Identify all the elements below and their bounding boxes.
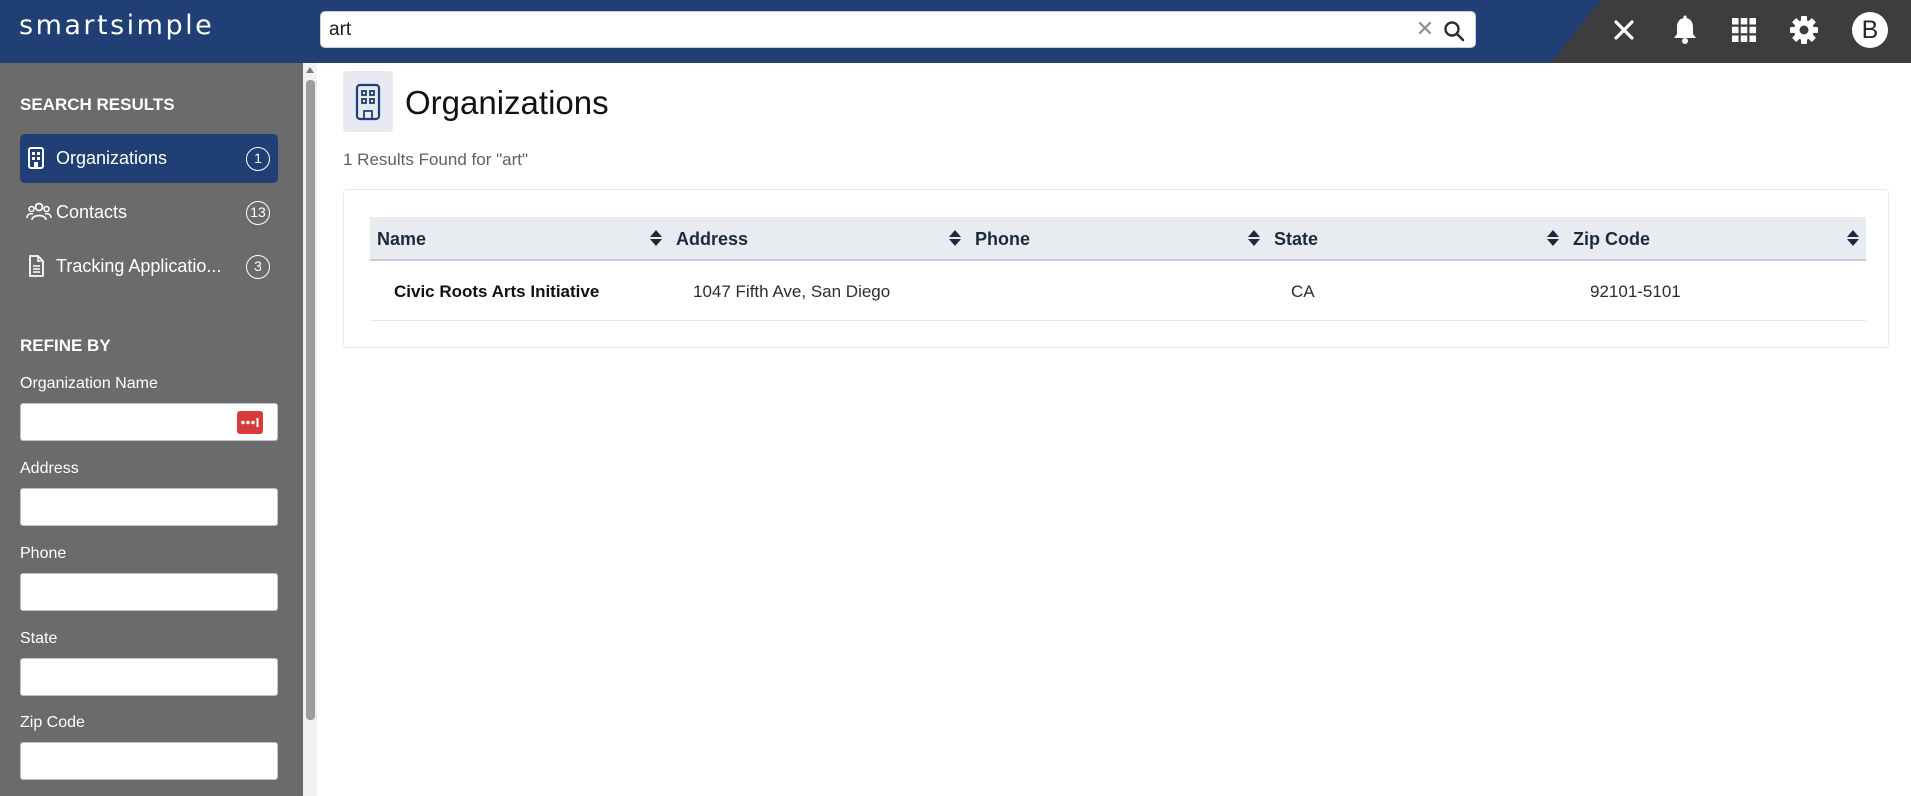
column-header-zip-code[interactable]: Zip Code xyxy=(1566,217,1866,259)
results-table-card: Name Address Phone State Zip Code Civic … xyxy=(343,189,1889,348)
result-count-text: 1 Results Found for "art" xyxy=(343,150,528,169)
cell-zip-code: 92101-5101 xyxy=(1590,282,1681,301)
refine-by-heading: REFINE BY xyxy=(20,336,111,355)
top-bar: smartsimple ✕ B xyxy=(0,0,1911,63)
address-field[interactable] xyxy=(21,489,277,525)
sidebar-item-tracking-applications[interactable]: Tracking Applicatio... 3 xyxy=(20,242,278,291)
apps-grid-icon[interactable] xyxy=(1726,12,1762,48)
state-field[interactable] xyxy=(21,659,277,695)
organization-name-field-box xyxy=(20,403,278,441)
building-icon xyxy=(355,83,381,120)
sidebar-item-label: Tracking Applicatio... xyxy=(56,256,222,276)
sort-icon xyxy=(1847,230,1859,246)
global-search-box: ✕ xyxy=(320,11,1476,48)
sidebar-item-label: Organizations xyxy=(56,148,168,168)
cell-address: 1047 Fifth Ave, San Diego xyxy=(693,282,891,301)
column-header-address[interactable]: Address xyxy=(669,217,968,259)
sidebar: SEARCH RESULTS Organizations 1 Contacts … xyxy=(0,63,303,796)
sidebar-item-organizations[interactable]: Organizations 1 xyxy=(20,134,278,183)
search-clear-icon[interactable]: ✕ xyxy=(1413,17,1437,41)
user-avatar[interactable]: B xyxy=(1852,12,1888,48)
zip-code-label: Zip Code xyxy=(20,714,85,731)
column-header-name[interactable]: Name xyxy=(370,217,669,259)
zip-code-field[interactable] xyxy=(21,743,277,779)
sort-icon xyxy=(949,230,961,246)
zip-code-field-box xyxy=(20,742,278,780)
phone-field[interactable] xyxy=(21,574,277,610)
sort-icon xyxy=(1248,230,1260,246)
bell-icon[interactable] xyxy=(1667,12,1703,48)
document-icon xyxy=(26,254,52,280)
address-field-box xyxy=(20,488,278,526)
table-row[interactable]: Civic Roots Arts Initiative 1047 Fifth A… xyxy=(370,261,1866,321)
count-badge: 3 xyxy=(246,255,270,279)
organizations-page-icon xyxy=(343,71,393,132)
sort-icon xyxy=(1547,230,1559,246)
building-icon xyxy=(26,146,52,172)
page-title: Organizations xyxy=(405,84,609,121)
column-header-phone[interactable]: Phone xyxy=(968,217,1267,259)
people-icon xyxy=(26,200,52,226)
phone-label: Phone xyxy=(20,545,67,562)
sort-icon xyxy=(650,230,662,246)
column-header-state[interactable]: State xyxy=(1267,217,1566,259)
cell-state: CA xyxy=(1291,282,1315,301)
state-field-box xyxy=(20,658,278,696)
organization-name-label: Organization Name xyxy=(20,375,158,392)
sidebar-item-contacts[interactable]: Contacts 13 xyxy=(20,188,278,237)
global-search-input[interactable] xyxy=(329,12,1389,47)
search-results-heading: SEARCH RESULTS xyxy=(20,95,175,114)
table-header: Name Address Phone State Zip Code xyxy=(370,217,1866,261)
app-logo[interactable]: smartsimple xyxy=(19,10,214,41)
sidebar-scrollbar-thumb[interactable] xyxy=(306,80,315,720)
phone-field-box xyxy=(20,573,278,611)
count-badge: 1 xyxy=(246,147,270,171)
close-icon[interactable] xyxy=(1606,12,1642,48)
cell-name[interactable]: Civic Roots Arts Initiative xyxy=(394,282,599,302)
lookup-icon[interactable] xyxy=(237,411,263,434)
scroll-up-arrow-icon[interactable] xyxy=(306,67,314,73)
search-icon[interactable] xyxy=(1442,19,1466,43)
gear-icon[interactable] xyxy=(1786,12,1822,48)
state-label: State xyxy=(20,630,58,647)
address-label: Address xyxy=(20,460,79,477)
count-badge: 13 xyxy=(246,201,270,225)
sidebar-item-label: Contacts xyxy=(56,202,128,222)
